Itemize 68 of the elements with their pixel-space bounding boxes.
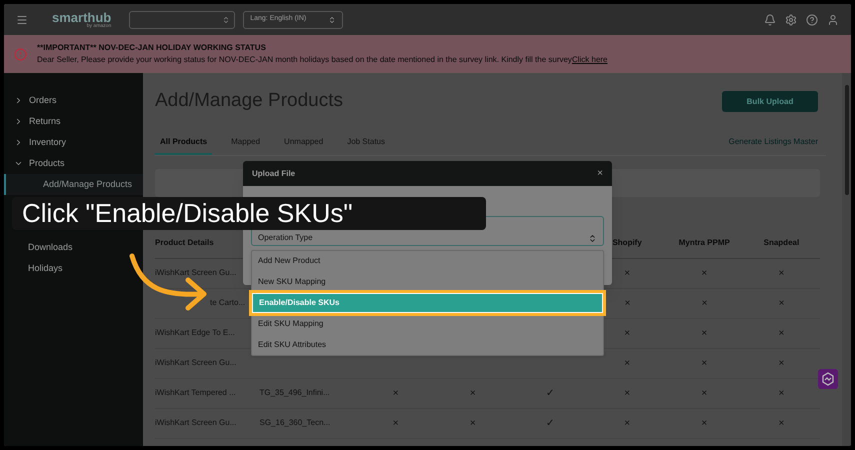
column-header: Shopify	[612, 238, 642, 247]
column-header: Snapdeal	[764, 238, 800, 247]
logo: smarthub	[52, 10, 112, 24]
status-mark: ×	[701, 268, 708, 278]
settings-icon[interactable]	[785, 14, 797, 26]
sidebar-item[interactable]: Inventory	[4, 132, 143, 153]
help-icon[interactable]	[806, 14, 818, 26]
sku-text: SG_16_360_Tecn...	[259, 418, 330, 427]
banner-title: **IMPORTANT** NOV-DEC-JAN HOLIDAY WORKING STATUS	[37, 42, 267, 54]
user-icon[interactable]	[827, 14, 839, 26]
product-name: te Carto...	[210, 298, 246, 307]
status-mark: ×	[392, 418, 399, 428]
bulk-upload-button[interactable]: Bulk Upload	[722, 91, 818, 112]
scrollbar[interactable]	[842, 73, 851, 446]
dropdown-option[interactable]: New SKU Mapping	[252, 272, 603, 293]
column-header: Product Details	[155, 238, 214, 247]
dropdown-option[interactable]: Enable/Disable SKUs	[252, 292, 603, 314]
status-mark: ×	[702, 298, 708, 308]
status-mark: ×	[778, 298, 784, 308]
status-mark: ×	[470, 388, 476, 398]
column-header: Myntra PPMP	[678, 238, 730, 247]
status-mark: ×	[470, 418, 476, 428]
sidebar-item[interactable]: Orders	[4, 90, 143, 111]
helper-widget-icon[interactable]	[818, 369, 838, 389]
sku-text: TG_35_496_Infini...	[259, 388, 330, 397]
dialog-title: Upload File	[252, 168, 296, 180]
sidebar-item[interactable]: Returns	[4, 111, 143, 132]
chevron-icon	[588, 234, 597, 242]
status-mark: ×	[701, 358, 708, 368]
chevron-icon	[328, 16, 336, 24]
status-mark: ×	[624, 268, 630, 278]
status-mark: ✓	[546, 418, 554, 428]
status-mark: ×	[701, 388, 708, 398]
product-name: iWishKart Edge To E...	[155, 328, 235, 337]
product-name: iWishKart Screen Gu...	[155, 268, 236, 277]
status-mark: ✓	[546, 388, 554, 398]
sidebar-item[interactable]: Products	[4, 153, 143, 174]
survey-link[interactable]: Click here	[572, 55, 608, 64]
alert-icon	[14, 48, 27, 60]
status-mark: ×	[701, 418, 708, 428]
status-mark: ×	[624, 358, 630, 368]
status-mark: ×	[701, 328, 708, 338]
product-name: iWishKart Tempered ...	[155, 388, 236, 397]
product-name: iWishKart Screen Gu...	[155, 418, 236, 427]
status-mark: ×	[778, 358, 784, 368]
status-mark: ×	[778, 268, 784, 278]
status-mark: ×	[778, 388, 784, 398]
banner-message: Dear Seller, Please provide your working status for NOV-DEC-JAN month holidays based on the date mentioned in the survey link. Kindly fill the surveyClick here	[37, 54, 608, 66]
sidebar-item[interactable]: Downloads	[4, 237, 143, 258]
sidebar-item[interactable]: Add/Manage Products	[4, 174, 143, 195]
menu-icon[interactable]	[16, 14, 28, 26]
status-mark: ×	[624, 388, 630, 398]
status-mark: ×	[778, 328, 784, 338]
instruction-callout: Click "Enable/Disable SKUs"	[12, 197, 486, 230]
status-mark: ×	[392, 388, 399, 398]
status-mark: ×	[778, 418, 784, 428]
tab[interactable]: All Products	[155, 136, 212, 154]
bell-icon[interactable]	[764, 14, 776, 26]
close-button[interactable]: ×	[597, 166, 603, 181]
status-mark: ×	[624, 298, 630, 308]
status-mark: ×	[624, 328, 630, 338]
dropdown-option[interactable]: Edit SKU Attributes	[252, 334, 603, 355]
status-mark: ×	[624, 418, 630, 428]
dropdown-option[interactable]: Add New Product	[252, 251, 603, 272]
product-name: iWishKart Screen Gu...	[155, 358, 236, 367]
chevron-icon	[222, 16, 230, 24]
dropdown-option[interactable]: Edit SKU Mapping	[252, 313, 603, 334]
sidebar-item[interactable]: Holidays	[4, 258, 143, 279]
